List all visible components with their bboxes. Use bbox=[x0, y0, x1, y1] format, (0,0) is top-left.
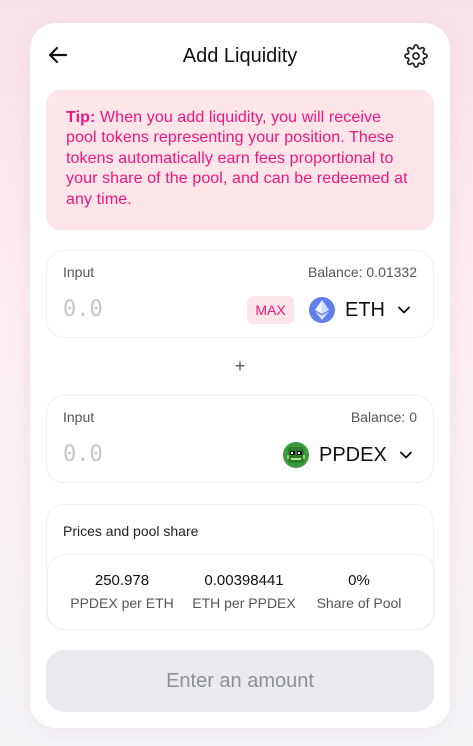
prices-title: Prices and pool share bbox=[63, 523, 199, 539]
balance-text: Balance: 0.01332 bbox=[308, 264, 417, 280]
tip-banner: Tip: When you add liquidity, you will re… bbox=[46, 90, 434, 230]
chevron-down-icon bbox=[399, 451, 412, 459]
currency-input-panel-b: Input Balance: 0 PPDEX bbox=[46, 395, 434, 483]
token-select-ppdex[interactable]: PPDEX bbox=[283, 440, 413, 470]
plus-icon: + bbox=[234, 356, 246, 376]
balance-text: Balance: 0 bbox=[350, 409, 417, 425]
settings-button[interactable] bbox=[404, 44, 428, 68]
stat-eth-per-ppdex: 0.00398441 ETH per PPDEX bbox=[179, 572, 309, 611]
ppdex-icon bbox=[283, 442, 309, 468]
input-label: Input bbox=[63, 409, 95, 425]
page-title: Add Liquidity bbox=[182, 45, 298, 67]
gear-icon bbox=[404, 44, 428, 68]
stat-value: 250.978 bbox=[94, 572, 150, 589]
prices-pool-share-panel: Prices and pool share 250.978 PPDEX per … bbox=[46, 504, 435, 630]
stat-value: 0% bbox=[348, 572, 370, 589]
enter-amount-button[interactable]: Enter an amount bbox=[46, 650, 434, 712]
stat-label: PPDEX per ETH bbox=[70, 595, 174, 611]
input-label: Input bbox=[63, 264, 95, 280]
currency-input-panel-a: Input Balance: 0.01332 MAX ETH bbox=[46, 250, 434, 338]
stat-share-of-pool: 0% Share of Pool bbox=[294, 572, 424, 611]
tip-label: Tip: bbox=[66, 109, 96, 126]
prices-stats: 250.978 PPDEX per ETH 0.00398441 ETH per… bbox=[47, 554, 435, 630]
header: Add Liquidity bbox=[30, 23, 450, 91]
max-button[interactable]: MAX bbox=[247, 296, 294, 324]
stat-ppdex-per-eth: 250.978 PPDEX per ETH bbox=[57, 572, 187, 611]
eth-icon bbox=[309, 297, 335, 323]
stat-label: Share of Pool bbox=[316, 595, 402, 611]
chevron-down-icon bbox=[398, 306, 410, 314]
stat-label: ETH per PPDEX bbox=[192, 595, 296, 611]
token-select-eth[interactable]: ETH bbox=[309, 295, 411, 325]
token-symbol: ETH bbox=[345, 298, 385, 321]
tip-text: When you add liquidity, you will receive… bbox=[66, 109, 408, 208]
add-liquidity-card: Add Liquidity Tip: When you add liquidit… bbox=[30, 23, 450, 728]
amount-input-b[interactable] bbox=[63, 440, 213, 468]
stat-value: 0.00398441 bbox=[204, 572, 284, 589]
amount-input-a[interactable] bbox=[63, 295, 213, 323]
token-symbol: PPDEX bbox=[319, 443, 387, 466]
